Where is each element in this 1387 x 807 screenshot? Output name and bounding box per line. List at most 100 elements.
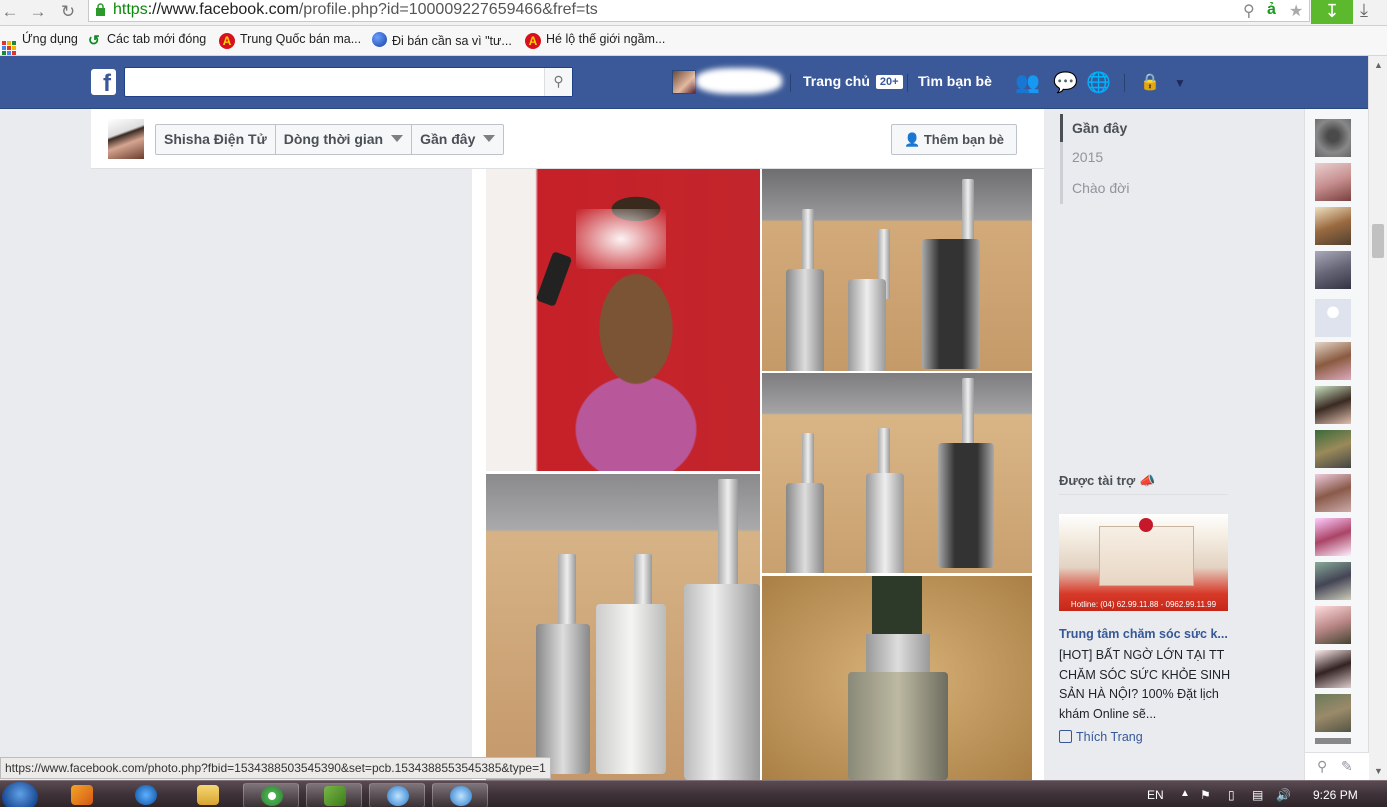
chat-contact-avatar[interactable]	[1315, 562, 1351, 600]
start-button[interactable]	[2, 782, 38, 807]
profile-name-redacted[interactable]	[696, 68, 782, 94]
ad-logo	[1139, 518, 1153, 532]
search-icon[interactable]: ⚲	[544, 68, 572, 96]
chat-contact-avatar[interactable]	[1315, 518, 1351, 556]
year-item-recent[interactable]: Gần đây	[1072, 120, 1127, 136]
media-player-icon	[71, 785, 93, 805]
chat-contact-avatar[interactable]	[1315, 474, 1351, 512]
status-url-tooltip: https://www.facebook.com/photo.php?fbid=…	[0, 757, 551, 779]
megaphone-icon: 📣	[1138, 473, 1156, 488]
chat-contact-avatar[interactable]	[1315, 606, 1351, 644]
ad-hotline: Hotline: (04) 62.99.11.88 - 0962.99.11.9…	[1070, 600, 1217, 609]
scroll-up-icon[interactable]: ▲	[1374, 60, 1383, 70]
taskbar-ie[interactable]	[118, 783, 174, 807]
chat-contact-avatar[interactable]	[1315, 694, 1351, 732]
year-scrubber-active	[1060, 114, 1063, 142]
clock[interactable]: 9:26 PM	[1313, 788, 1358, 802]
post-photo[interactable]	[486, 169, 760, 471]
notifications-globe-icon[interactable]: 🌐	[1086, 72, 1111, 94]
url-text: https://www.facebook.com/profile.php?id=…	[113, 1, 598, 18]
chat-contact-avatar[interactable]	[1315, 430, 1351, 468]
messages-icon[interactable]: 💬	[1053, 72, 1078, 94]
photo-device	[848, 279, 886, 371]
download-extension-button[interactable]: ↧	[1311, 0, 1353, 24]
back-icon[interactable]: ←	[0, 2, 20, 22]
chevron-down-icon	[391, 135, 404, 142]
taskbar-explorer[interactable]	[180, 783, 236, 807]
download-icon[interactable]: ⤓	[1360, 0, 1368, 21]
facebook-header: f ⚲ Trang chủ 20+ Tìm bạn bè 👥 💬 🌐 🔒 ▼	[0, 56, 1368, 109]
ad-image[interactable]: Hotline: (04) 62.99.11.88 - 0962.99.11.9…	[1059, 514, 1228, 611]
browser-icon	[261, 786, 283, 806]
bookmark-apps[interactable]: Ứng dụng	[2, 32, 78, 55]
chat-contact-avatar[interactable]	[1315, 650, 1351, 688]
scroll-down-icon[interactable]: ▼	[1374, 766, 1383, 776]
chat-contact-avatar[interactable]	[1315, 119, 1351, 157]
chat-contact-avatar[interactable]	[1315, 386, 1351, 424]
profile-thumbnail[interactable]	[108, 119, 144, 159]
network-icon[interactable]: ▤	[1252, 788, 1263, 802]
forward-icon[interactable]: →	[28, 2, 48, 22]
tray-up-icon[interactable]: ▲	[1180, 788, 1190, 799]
lock-icon	[96, 3, 105, 16]
photo-device	[866, 473, 904, 573]
chat-contact-avatar[interactable]	[1315, 738, 1351, 744]
search-icon[interactable]: ⚲	[1317, 758, 1327, 775]
tab-recent[interactable]: Gần đây	[412, 125, 503, 154]
search-input[interactable]	[125, 68, 525, 96]
chat-contact-avatar[interactable]	[1315, 207, 1351, 245]
taskbar-network-app[interactable]	[432, 783, 488, 807]
translate-icon[interactable]: ả	[1267, 1, 1276, 19]
bookmark-recent-tabs[interactable]: ↺ Các tab mới đóng	[88, 32, 206, 48]
globe-icon	[372, 32, 387, 47]
reload-icon[interactable]: ↻	[58, 2, 78, 22]
language-indicator[interactable]: EN	[1147, 788, 1164, 802]
bookmarks-bar: Ứng dụng ↺ Các tab mới đóng A Trung Quốc b…	[0, 26, 1387, 56]
bookmark-3[interactable]: A Hé lộ thế giới ngầm...	[525, 32, 665, 49]
chat-contact-avatar[interactable]	[1315, 163, 1351, 201]
chat-contact-avatar[interactable]	[1315, 251, 1351, 289]
post-photo[interactable]	[762, 373, 1032, 573]
year-item-2015[interactable]: 2015	[1072, 149, 1103, 165]
taskbar-media-player[interactable]	[54, 783, 110, 807]
ad-body[interactable]: [HOT] BẤT NGỜ LỚN TẠI TT CHĂM SÓC SỨC KH…	[1059, 646, 1231, 724]
post-photo[interactable]	[762, 169, 1032, 371]
flag-icon[interactable]: ⚑	[1200, 788, 1211, 802]
zoom-icon[interactable]: ⚲	[1243, 1, 1255, 21]
like-page-link[interactable]: Thích Trang	[1059, 730, 1143, 744]
page-scrollbar[interactable]: ▲ ▼	[1368, 56, 1387, 780]
post-photo[interactable]	[486, 474, 760, 780]
site-a-icon: A	[219, 33, 235, 49]
find-friends-link[interactable]: Tìm bạn bè	[918, 73, 992, 89]
facebook-logo[interactable]: f	[91, 69, 116, 95]
friend-requests-icon[interactable]: 👥	[1015, 72, 1040, 94]
chat-contact-avatar[interactable]	[1315, 342, 1351, 380]
bookmark-1[interactable]: A Trung Quốc bán ma...	[219, 32, 361, 49]
compose-icon[interactable]: ✎	[1341, 758, 1353, 775]
address-bar[interactable]: https://www.facebook.com/profile.php?id=…	[88, 0, 1310, 22]
avatar[interactable]	[672, 70, 696, 94]
bookmark-2[interactable]: Đi bán cần sa vì "tư...	[372, 32, 512, 48]
chat-contact-avatar[interactable]	[1315, 299, 1351, 337]
chevron-down-icon[interactable]: ▼	[1168, 72, 1192, 94]
scrollbar-thumb[interactable]	[1372, 224, 1384, 258]
ad-title-link[interactable]: Trung tâm chăm sóc sức k...	[1059, 627, 1229, 641]
post-photo[interactable]	[762, 576, 1032, 780]
tab-timeline[interactable]: Dòng thời gian	[276, 125, 413, 154]
taskbar-chrome[interactable]	[243, 783, 299, 807]
volume-icon[interactable]: 🔊	[1276, 788, 1291, 802]
photo-device	[786, 269, 824, 371]
profile-name-tab[interactable]: Shisha Điện Tử	[156, 125, 276, 154]
chat-sidebar: ⚲ ✎	[1304, 109, 1369, 780]
taskbar-network-app[interactable]	[369, 783, 425, 807]
privacy-lock-icon[interactable]: 🔒	[1138, 72, 1162, 94]
year-item-born[interactable]: Chào đời	[1072, 180, 1129, 196]
site-a-icon: A	[525, 33, 541, 49]
taskbar-app[interactable]	[306, 783, 362, 807]
star-icon[interactable]: ★	[1289, 1, 1303, 21]
app-icon	[324, 786, 346, 806]
add-friend-button[interactable]: 👤 Thêm bạn bè	[891, 124, 1017, 155]
search-box: ⚲	[124, 67, 573, 97]
device-icon[interactable]: ▯	[1228, 788, 1235, 802]
home-link[interactable]: Trang chủ 20+	[803, 73, 903, 89]
